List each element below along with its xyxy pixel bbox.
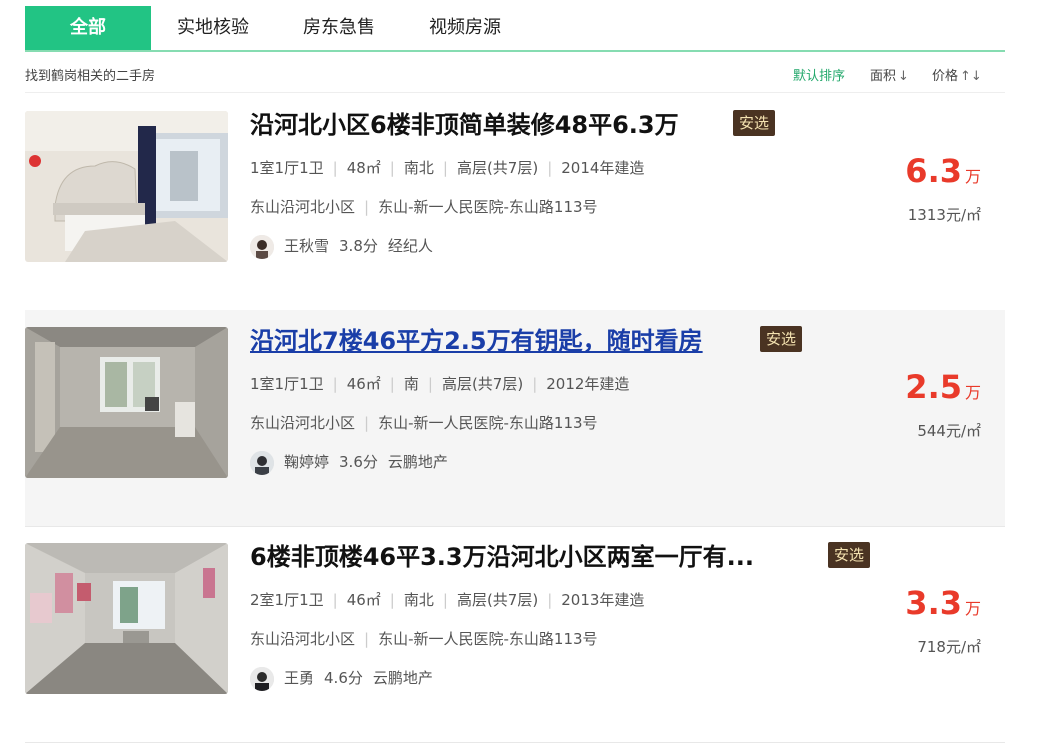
price-unit: 万: [964, 599, 981, 618]
price-unit: 万: [964, 167, 981, 186]
agent-company: 经纪人: [387, 237, 433, 255]
agent-info[interactable]: 王勇 4.6分 云鹏地产: [250, 664, 433, 692]
room-layout: 1室1厅1卫: [250, 159, 324, 177]
sort-area-button[interactable]: 面积 ↓: [870, 65, 909, 84]
listing-meta: 2室1厅1卫 | 46㎡ | 南北 | 高层(共7层) | 2013年建造: [250, 591, 645, 609]
build-year: 2013年建造: [561, 591, 645, 609]
arrow-updown-icon: ↑↓: [960, 69, 982, 84]
listing-item[interactable]: 沿河北7楼46平方2.5万有钥匙，随时看房 安选 1室1厅1卫 | 46㎡ | 南 | 高层…: [25, 310, 1005, 527]
community-link[interactable]: 东山沿河北小区: [250, 414, 355, 432]
community-link[interactable]: 东山沿河北小区: [250, 198, 355, 216]
results-count-text: 找到鹤岗相关的二手房: [25, 69, 156, 84]
anxuan-badge: 安选: [828, 542, 871, 568]
listing-address: 东山沿河北小区 | 东山-新一人民医院-东山路113号: [250, 414, 598, 432]
avatar: [250, 666, 274, 691]
agent-info[interactable]: 王秋雪 3.8分 经纪人: [250, 232, 433, 260]
sort-default-button[interactable]: 默认排序: [793, 65, 845, 84]
agent-company: 云鹏地产: [372, 669, 433, 687]
listing-item[interactable]: 沿河北小区6楼非顶简单装修48平6.3万 安选 1室1厅1卫 | 48㎡ | 南北 | 高层…: [25, 94, 1005, 311]
listing-title[interactable]: 沿河北7楼46平方2.5万有钥匙，随时看房: [250, 324, 703, 358]
unit-price: 718元/㎡: [917, 638, 981, 656]
listing-photo[interactable]: [25, 327, 228, 478]
price-number: 6.3: [905, 152, 962, 190]
listing-photo[interactable]: [25, 543, 228, 694]
sort-price-label: 价格: [932, 69, 959, 84]
arrow-down-icon: ↓: [898, 69, 909, 84]
listing-title[interactable]: 6楼非顶楼46平3.3万沿河北小区两室一厅有...: [250, 540, 754, 574]
floor-level: 高层(共7层): [456, 159, 539, 177]
total-price: 6.3 万: [905, 152, 981, 190]
avatar: [250, 450, 274, 475]
community-link[interactable]: 东山沿河北小区: [250, 630, 355, 648]
listing-photo[interactable]: [25, 111, 228, 262]
orientation: 南北: [403, 591, 434, 609]
floor-area: 46㎡: [346, 375, 381, 393]
location-text: 东山-新一人民医院-东山路113号: [378, 198, 598, 216]
sort-price-button[interactable]: 价格 ↑↓: [932, 65, 982, 84]
anxuan-badge: 安选: [733, 110, 776, 136]
tab-video-listings[interactable]: 视频房源: [429, 6, 501, 50]
filter-tabs: 全部 实地核验 房东急售 视频房源: [25, 6, 1005, 52]
agent-info[interactable]: 鞠婷婷 3.6分 云鹏地产: [250, 448, 448, 476]
price-number: 3.3: [905, 584, 962, 622]
total-price: 2.5 万: [905, 368, 981, 406]
agent-score: 4.6分: [324, 669, 363, 687]
orientation: 南北: [403, 159, 434, 177]
agent-name: 鞠婷婷: [284, 453, 330, 471]
listing-address: 东山沿河北小区 | 东山-新一人民医院-东山路113号: [250, 630, 598, 648]
location-text: 东山-新一人民医院-东山路113号: [378, 414, 598, 432]
listing-item[interactable]: 6楼非顶楼46平3.3万沿河北小区两室一厅有... 安选 2室1厅1卫 | 46㎡ |…: [25, 526, 1005, 743]
room-layout: 2室1厅1卫: [250, 591, 324, 609]
agent-company: 云鹏地产: [387, 453, 448, 471]
total-price: 3.3 万: [905, 584, 981, 622]
agent-score: 3.8分: [339, 237, 378, 255]
floor-area: 48㎡: [346, 159, 381, 177]
avatar: [250, 234, 274, 259]
tab-urgent-sale[interactable]: 房东急售: [303, 6, 375, 50]
listing-title[interactable]: 沿河北小区6楼非顶简单装修48平6.3万: [250, 108, 679, 142]
price-number: 2.5: [905, 368, 962, 406]
tab-all[interactable]: 全部: [25, 6, 151, 50]
listing-address: 东山沿河北小区 | 东山-新一人民医院-东山路113号: [250, 198, 598, 216]
agent-name: 王勇: [284, 669, 315, 687]
sort-area-label: 面积: [870, 69, 897, 84]
room-layout: 1室1厅1卫: [250, 375, 324, 393]
tab-verified[interactable]: 实地核验: [177, 6, 249, 50]
unit-price: 1313元/㎡: [907, 206, 981, 224]
orientation: 南: [403, 375, 419, 393]
agent-score: 3.6分: [339, 453, 378, 471]
price-unit: 万: [964, 383, 981, 402]
location-text: 东山-新一人民医院-东山路113号: [378, 630, 598, 648]
floor-level: 高层(共7层): [441, 375, 524, 393]
floor-level: 高层(共7层): [456, 591, 539, 609]
agent-name: 王秋雪: [284, 237, 330, 255]
listing-meta: 1室1厅1卫 | 46㎡ | 南 | 高层(共7层) | 2012年建造: [250, 375, 630, 393]
floor-area: 46㎡: [346, 591, 381, 609]
results-bar: 找到鹤岗相关的二手房 默认排序 面积 ↓ 价格 ↑↓: [25, 54, 1005, 93]
build-year: 2014年建造: [561, 159, 645, 177]
listing-meta: 1室1厅1卫 | 48㎡ | 南北 | 高层(共7层) | 2014年建造: [250, 159, 645, 177]
unit-price: 544元/㎡: [917, 422, 981, 440]
build-year: 2012年建造: [546, 375, 630, 393]
anxuan-badge: 安选: [760, 326, 803, 352]
